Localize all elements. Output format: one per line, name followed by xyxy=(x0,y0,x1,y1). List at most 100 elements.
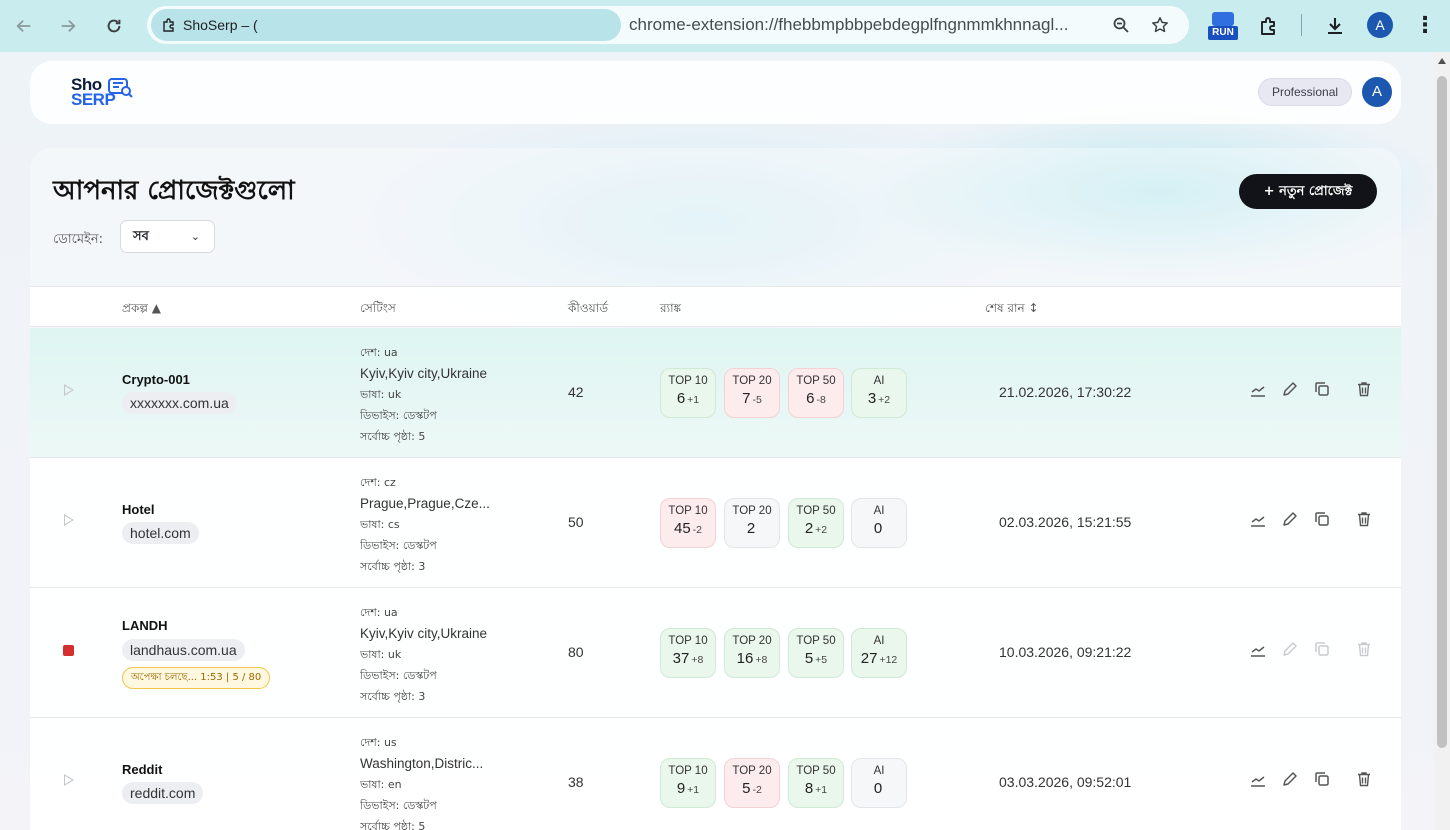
page-scrollbar[interactable] xyxy=(1434,52,1450,830)
page-title: আপনার প্রোজেক্টগুলো xyxy=(53,176,295,206)
run-extension-button[interactable]: RUN xyxy=(1208,12,1238,42)
setting-device: ডিভাইস: ডেস্কটপ xyxy=(360,799,437,812)
scrollbar-thumb[interactable] xyxy=(1437,76,1447,748)
setting-device: ডিভাইস: ডেস্কটপ xyxy=(360,669,437,682)
last-run-time: 02.03.2026, 15:21:55 xyxy=(999,514,1132,530)
back-button[interactable] xyxy=(6,8,42,44)
forward-button[interactable] xyxy=(50,8,86,44)
duplicate-button[interactable] xyxy=(1313,510,1333,530)
downloads-button[interactable] xyxy=(1321,12,1349,40)
domain-filter-select[interactable]: সব ⌄ xyxy=(120,220,215,253)
delete-button[interactable] xyxy=(1355,510,1375,530)
edit-button[interactable] xyxy=(1281,380,1301,400)
projects-card: আপনার প্রোজেক্টগুলো + নতুন প্রোজেক্ট ডোম… xyxy=(30,148,1401,830)
chevron-down-icon: ⌄ xyxy=(190,230,200,243)
rank-top50: TOP 50 5 +5 xyxy=(788,628,844,678)
rank-top20: TOP 20 16 +8 xyxy=(724,628,780,678)
project-settings: দেশ: cz Prague,Prague,Cze... ভাষা: cs ডি… xyxy=(360,472,550,577)
copy-icon xyxy=(1315,512,1329,526)
download-icon xyxy=(1328,18,1342,35)
table-row[interactable]: Hotel hotel.com দেশ: cz Prague,Prague,Cz… xyxy=(30,458,1401,588)
stop-icon[interactable] xyxy=(63,645,74,656)
chart-button[interactable] xyxy=(1249,380,1269,400)
project-domain: reddit.com xyxy=(122,782,204,804)
site-chip[interactable]: ShoSerp – ( xyxy=(151,9,621,41)
copy-icon xyxy=(1315,382,1329,396)
duplicate-button[interactable] xyxy=(1313,770,1333,790)
play-icon[interactable] xyxy=(64,774,74,786)
run-extension-label: RUN xyxy=(1208,26,1238,40)
rank-top20: TOP 20 5 -2 xyxy=(724,758,780,808)
setting-device: ডিভাইস: ডেস্কটপ xyxy=(360,539,437,552)
delete-button[interactable] xyxy=(1355,770,1375,790)
setting-language: ভাষা: cs xyxy=(360,518,400,531)
rank-top50: TOP 50 6 -8 xyxy=(788,368,844,418)
project-name[interactable]: Reddit xyxy=(122,762,162,777)
arrow-right-icon xyxy=(61,19,76,33)
play-icon[interactable] xyxy=(64,384,74,396)
new-project-button[interactable]: + নতুন প্রোজেক্ট xyxy=(1239,174,1377,209)
reload-button[interactable] xyxy=(96,8,132,44)
pencil-icon xyxy=(1283,772,1297,786)
logo[interactable]: Sho SERP xyxy=(71,75,141,111)
column-last-run[interactable]: শেষ রান ↕ xyxy=(985,300,1039,320)
table-row[interactable]: Reddit reddit.com দেশ: us Washington,Dis… xyxy=(30,718,1401,830)
magnifier-icon xyxy=(1113,17,1129,33)
delete-button[interactable] xyxy=(1355,640,1375,660)
duplicate-button[interactable] xyxy=(1313,380,1333,400)
extensions-button[interactable] xyxy=(1255,12,1283,40)
extension-page-icon xyxy=(163,18,174,32)
setting-country: দেশ: ua xyxy=(360,606,398,619)
table-row[interactable]: Crypto-001 xxxxxxx.com.ua দেশ: ua Kyiv,K… xyxy=(30,328,1401,458)
last-run-time: 21.02.2026, 17:30:22 xyxy=(999,384,1132,400)
project-name[interactable]: Hotel xyxy=(122,502,155,517)
rank-top50: TOP 50 2 +2 xyxy=(788,498,844,548)
project-domain: xxxxxxx.com.ua xyxy=(122,392,237,414)
setting-max-page: সর্বোচ্চ পৃষ্ঠা: 3 xyxy=(360,560,426,573)
setting-language: ভাষা: uk xyxy=(360,388,402,401)
chart-button[interactable] xyxy=(1249,770,1269,790)
delete-button[interactable] xyxy=(1355,380,1375,400)
project-name[interactable]: Crypto-001 xyxy=(122,372,190,387)
project-domain: landhaus.com.ua xyxy=(122,639,245,661)
column-project[interactable]: প্রকল্প ▲ xyxy=(122,300,161,320)
duplicate-button[interactable] xyxy=(1313,640,1333,660)
edit-button[interactable] xyxy=(1281,770,1301,790)
scroll-up-arrow-icon[interactable] xyxy=(1438,58,1446,64)
arrow-left-icon xyxy=(16,19,31,33)
trash-icon xyxy=(1358,772,1370,787)
rank-ai: AI 0 xyxy=(851,758,907,808)
rank-top20: TOP 20 2 xyxy=(724,498,780,548)
pencil-icon xyxy=(1283,642,1297,656)
browser-toolbar: ShoSerp – ( chrome-extension://fhebbmpbb… xyxy=(0,0,1450,52)
copy-icon xyxy=(1315,772,1329,786)
rank-top10: TOP 10 9 +1 xyxy=(660,758,716,808)
logo-search-icon xyxy=(108,78,133,98)
rank-ai: AI 27 +12 xyxy=(851,628,907,678)
zoom-button[interactable] xyxy=(1109,13,1133,37)
setting-language: ভাষা: uk xyxy=(360,648,402,661)
url-text[interactable]: chrome-extension://fhebbmpbbpebdegplfngn… xyxy=(629,6,1099,44)
trash-icon xyxy=(1358,382,1370,397)
chart-button[interactable] xyxy=(1249,640,1269,660)
chart-button[interactable] xyxy=(1249,510,1269,530)
user-avatar[interactable]: A xyxy=(1362,77,1392,107)
keyword-count: 42 xyxy=(568,384,584,400)
edit-button[interactable] xyxy=(1281,510,1301,530)
bookmark-button[interactable] xyxy=(1148,13,1172,37)
menu-dots-icon[interactable]: ⋮ xyxy=(1414,12,1436,40)
address-bar[interactable]: ShoSerp – ( chrome-extension://fhebbmpbb… xyxy=(147,6,1189,44)
plan-badge: Professional xyxy=(1258,78,1353,106)
site-chip-title: ShoSerp – ( xyxy=(183,17,258,33)
setting-max-page: সর্বোচ্চ পৃষ্ঠা: 5 xyxy=(360,430,426,443)
setting-language: ভাষা: en xyxy=(360,778,402,791)
edit-button[interactable] xyxy=(1281,640,1301,660)
run-extension-icon xyxy=(1212,12,1234,26)
setting-location: Kyiv,Kyiv city,Ukraine xyxy=(360,626,488,641)
project-name[interactable]: LANDH xyxy=(122,618,168,633)
play-icon[interactable] xyxy=(64,514,74,526)
rank-top10: TOP 10 6 +1 xyxy=(660,368,716,418)
table-row[interactable]: LANDH landhaus.com.ua অপেক্ষা চলছে... 1:… xyxy=(30,588,1401,718)
column-keywords: কীওয়ার্ড xyxy=(568,301,609,315)
profile-button[interactable]: A xyxy=(1367,12,1393,38)
